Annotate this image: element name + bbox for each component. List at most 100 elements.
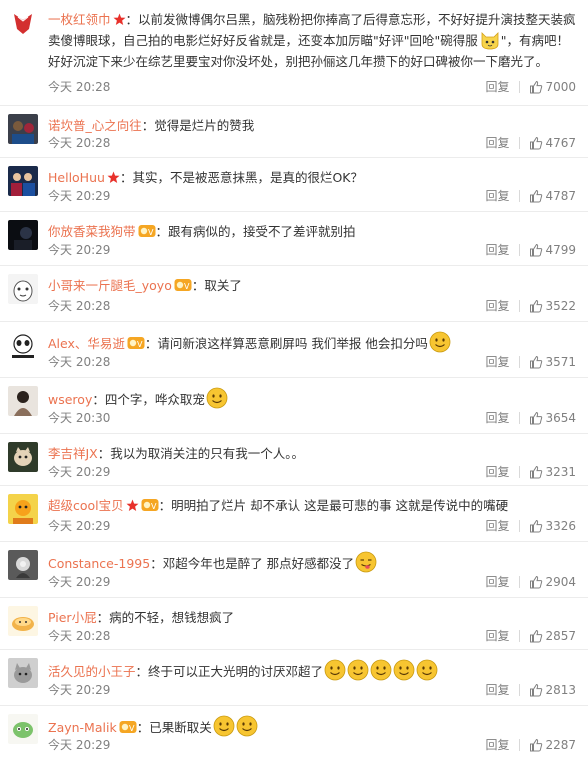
avatar[interactable] — [8, 274, 38, 304]
comment-actions: 回复 2813 — [485, 681, 576, 698]
comment-body: 活久见的小王子：终于可以正大光明的讨厌邓超了 — [48, 659, 576, 682]
reply-button[interactable]: 回复 — [485, 409, 509, 426]
avatar[interactable] — [8, 386, 38, 416]
avatar[interactable] — [8, 714, 38, 744]
svg-text:V: V — [184, 282, 190, 291]
like-count: 3326 — [545, 518, 576, 533]
svg-text:V: V — [148, 228, 154, 237]
comment-body: Constance-1995：邓超今年也是醉了 那点好感都没了 — [48, 551, 576, 574]
member-badge: V — [127, 336, 145, 350]
thumbs-up-icon — [530, 80, 543, 93]
reply-button[interactable]: 回复 — [485, 241, 509, 258]
comment-meta: 今天 20:29 回复 2813 — [48, 681, 576, 699]
reply-button[interactable]: 回复 — [485, 573, 509, 590]
comment-text: 其实，不是被恶意抹黑，是真的很烂OK？ — [132, 170, 363, 185]
like-button[interactable]: 2904 — [529, 575, 576, 589]
comment-text: 已果断取关 — [149, 720, 212, 735]
divider — [519, 575, 521, 588]
tongue-emoji — [355, 551, 377, 573]
comment-username[interactable]: 你放香菜我狗带 — [48, 224, 136, 239]
avatar[interactable] — [8, 494, 38, 524]
avatar[interactable] — [8, 166, 38, 196]
comment-time: 今天 20:29 — [48, 683, 111, 697]
smile-emoji — [393, 659, 415, 681]
reply-button[interactable]: 回复 — [485, 517, 509, 534]
smile-emoji — [213, 715, 235, 737]
comment-username[interactable]: 李吉祥JX — [48, 446, 98, 461]
reply-button[interactable]: 回复 — [485, 187, 509, 204]
avatar[interactable] — [8, 606, 38, 636]
like-button[interactable]: 2857 — [529, 629, 576, 643]
colon: ： — [119, 170, 133, 185]
comment-time: 今天 20:28 — [48, 299, 111, 313]
comment-username[interactable]: HelloHuu — [48, 170, 105, 185]
comment-actions: 回复 3654 — [485, 409, 576, 426]
reply-button[interactable]: 回复 — [485, 627, 509, 644]
reply-button[interactable]: 回复 — [485, 353, 509, 370]
comment-username[interactable]: 一枚红领巾 — [48, 12, 111, 27]
member-badge: V — [174, 278, 192, 292]
comment-username[interactable]: 诺坎普_心之向往 — [48, 118, 142, 133]
thumbs-up-icon — [530, 136, 543, 149]
comment-body: 小哥来一斤腿毛_yoyo V ：取关了 — [48, 275, 576, 296]
avatar[interactable] — [8, 114, 38, 144]
like-count: 2813 — [545, 682, 576, 697]
like-button[interactable]: 4799 — [529, 243, 576, 257]
reply-button[interactable]: 回复 — [485, 736, 509, 753]
comment-meta: 今天 20:29 回复 2904 — [48, 573, 576, 591]
comment-body: Zayn-Malik V ：已果断取关 — [48, 715, 576, 738]
comment-item: 活久见的小王子：终于可以正大光明的讨厌邓超了 今天 20:29 回复 2813 — [0, 650, 588, 706]
like-button[interactable]: 2813 — [529, 683, 576, 697]
colon: ： — [97, 446, 111, 461]
comment-item: wseroy：四个字，哗众取宠 今天 20:30 回复 3654 — [0, 378, 588, 434]
comment-actions: 回复 3231 — [485, 463, 576, 480]
comment-time: 今天 20:29 — [48, 519, 111, 533]
reply-button[interactable]: 回复 — [485, 463, 509, 480]
thumbs-up-icon — [530, 575, 543, 588]
thumbs-up-icon — [530, 683, 543, 696]
like-button[interactable]: 3326 — [529, 519, 576, 533]
like-count: 2287 — [545, 737, 576, 752]
smile-emoji — [370, 659, 392, 681]
avatar[interactable] — [8, 330, 38, 360]
like-button[interactable]: 4787 — [529, 189, 576, 203]
colon: ： — [144, 336, 158, 351]
thumbs-up-icon — [530, 465, 543, 478]
like-button[interactable]: 4767 — [529, 136, 576, 150]
comment-username[interactable]: 超级cool宝贝 — [48, 498, 124, 513]
comment-username[interactable]: 小哥来一斤腿毛_yoyo — [48, 278, 172, 293]
comment-username[interactable]: Zayn-Malik — [48, 720, 117, 735]
like-button[interactable]: 7000 — [529, 80, 576, 94]
comment-item: Alex、华易逝 V ：请问新浪这样算恶意刷屏吗 我们举报 他会扣分吗 今天 20:… — [0, 322, 588, 378]
svg-text:V: V — [151, 502, 157, 511]
comment-item: Constance-1995：邓超今年也是醉了 那点好感都没了 今天 20:29… — [0, 542, 588, 598]
comment-username[interactable]: 活久见的小王子 — [48, 664, 136, 679]
reply-button[interactable]: 回复 — [485, 681, 509, 698]
comment-body: Pier小屁：病的不轻，想钱想疯了 — [48, 607, 576, 628]
red-star-badge — [107, 171, 120, 184]
comment-actions: 回复 7000 — [485, 78, 576, 95]
colon: ： — [135, 664, 149, 679]
like-button[interactable]: 3571 — [529, 355, 576, 369]
comment-username[interactable]: Constance-1995 — [48, 556, 150, 571]
like-button[interactable]: 3522 — [529, 299, 576, 313]
reply-button[interactable]: 回复 — [485, 134, 509, 151]
comment-time: 今天 20:28 — [48, 355, 111, 369]
comment-text: 跟有病似的，接受不了差评就别拍 — [168, 224, 356, 239]
avatar[interactable] — [8, 8, 38, 38]
avatar[interactable] — [8, 220, 38, 250]
avatar[interactable] — [8, 550, 38, 580]
like-button[interactable]: 3231 — [529, 465, 576, 479]
comment-username[interactable]: Alex、华易逝 — [48, 336, 125, 351]
like-button[interactable]: 2287 — [529, 738, 576, 752]
avatar[interactable] — [8, 658, 38, 688]
like-button[interactable]: 3654 — [529, 411, 576, 425]
comment-username[interactable]: wseroy — [48, 392, 92, 407]
avatar[interactable] — [8, 442, 38, 472]
comment-username[interactable]: Pier小屁 — [48, 610, 97, 625]
comment-time: 今天 20:29 — [48, 189, 111, 203]
comment-text: 取关了 — [204, 278, 242, 293]
reply-button[interactable]: 回复 — [485, 297, 509, 314]
comment-text: 觉得是烂片的赞我 — [154, 118, 255, 133]
reply-button[interactable]: 回复 — [485, 78, 509, 95]
